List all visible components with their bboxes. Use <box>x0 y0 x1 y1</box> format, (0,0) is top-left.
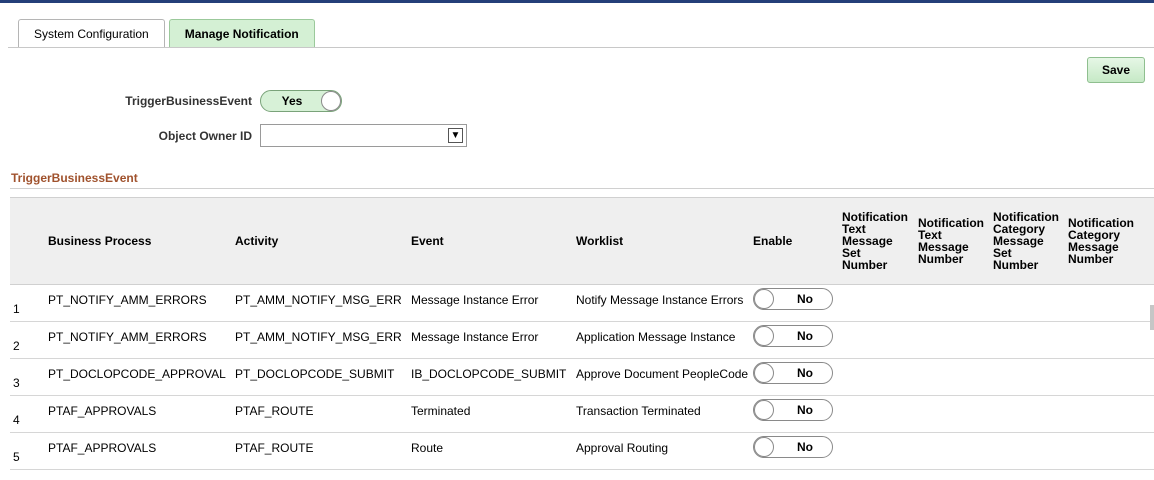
row-number: 1 <box>10 284 48 322</box>
top-border <box>0 0 1154 3</box>
cell-event: Route <box>411 432 576 470</box>
cell-cat-set <box>993 432 1068 470</box>
chevron-down-icon[interactable]: ▼ <box>448 128 463 143</box>
cell-cat-set <box>993 358 1068 396</box>
cell-event: Message Instance Error <box>411 284 576 322</box>
cell-cat-set <box>993 395 1068 433</box>
tab-divider <box>8 47 1154 48</box>
header-notification-category-message-set-number: Notification Category Message Set Number <box>993 197 1068 285</box>
enable-toggle[interactable]: No <box>753 324 833 347</box>
cell-cat-num <box>1068 321 1154 359</box>
cell-worklist: Approval Routing <box>576 432 753 470</box>
cell-cat-num <box>1068 432 1154 470</box>
cell-text-num <box>918 395 993 433</box>
table-row: 1 PT_NOTIFY_AMM_ERRORS PT_AMM_NOTIFY_MSG… <box>10 284 1154 322</box>
cell-enable: No <box>753 284 842 322</box>
cell-worklist: Approve Document PeopleCode <box>576 358 753 396</box>
cell-text-num <box>918 321 993 359</box>
toggle-knob <box>754 362 774 383</box>
cell-activity: PT_AMM_NOTIFY_MSG_ERR <box>235 321 411 359</box>
header-notification-category-message-number: Notification Category Message Number <box>1068 197 1154 285</box>
toggle-knob <box>754 325 774 346</box>
header-activity: Activity <box>235 197 411 285</box>
tab-system-configuration[interactable]: System Configuration <box>18 19 165 48</box>
toggle-value: No <box>797 365 813 380</box>
table-row: 4 PTAF_APPROVALS PTAF_ROUTE Terminated T… <box>10 395 1154 433</box>
header-row-number <box>10 197 48 285</box>
cell-enable: No <box>753 358 842 396</box>
header-business-process: Business Process <box>48 197 235 285</box>
toggle-value: No <box>797 328 813 343</box>
header-event: Event <box>411 197 576 285</box>
cell-text-num <box>918 432 993 470</box>
grid-header-row: Business Process Activity Event Worklist… <box>10 197 1154 285</box>
cell-text-set <box>842 395 918 433</box>
cell-text-num <box>918 284 993 322</box>
enable-toggle[interactable]: No <box>753 287 833 310</box>
toggle-knob <box>754 399 774 420</box>
enable-toggle[interactable]: No <box>753 361 833 384</box>
cell-business-process: PTAF_APPROVALS <box>48 395 235 433</box>
header-worklist: Worklist <box>576 197 753 285</box>
toggle-knob <box>754 436 774 457</box>
section-title: TriggerBusinessEvent <box>11 171 138 185</box>
cell-worklist: Application Message Instance <box>576 321 753 359</box>
table-row: 5 PTAF_APPROVALS PTAF_ROUTE Route Approv… <box>10 432 1154 470</box>
table-row: 2 PT_NOTIFY_AMM_ERRORS PT_AMM_NOTIFY_MSG… <box>10 321 1154 359</box>
tab-manage-notification[interactable]: Manage Notification <box>168 19 315 48</box>
cell-text-set <box>842 432 918 470</box>
cell-enable: No <box>753 321 842 359</box>
trigger-business-event-label: TriggerBusinessEvent <box>125 94 252 108</box>
toggle-value: No <box>797 291 813 306</box>
notification-grid: Business Process Activity Event Worklist… <box>10 197 1154 470</box>
object-owner-id-label: Object Owner ID <box>158 129 252 143</box>
cell-business-process: PT_NOTIFY_AMM_ERRORS <box>48 321 235 359</box>
header-enable: Enable <box>753 197 842 285</box>
cell-business-process: PTAF_APPROVALS <box>48 432 235 470</box>
cell-text-num <box>918 358 993 396</box>
cell-enable: No <box>753 432 842 470</box>
cell-event: Terminated <box>411 395 576 433</box>
cell-cat-num <box>1068 358 1154 396</box>
scrollbar-thumb[interactable] <box>1150 305 1154 330</box>
row-number: 4 <box>10 395 48 433</box>
toggle-value: No <box>797 439 813 454</box>
enable-toggle[interactable]: No <box>753 435 833 458</box>
cell-cat-set <box>993 321 1068 359</box>
row-number: 5 <box>10 432 48 470</box>
cell-business-process: PT_DOCLOPCODE_APPROVAL <box>48 358 235 396</box>
cell-activity: PT_DOCLOPCODE_SUBMIT <box>235 358 411 396</box>
table-row: 3 PT_DOCLOPCODE_APPROVAL PT_DOCLOPCODE_S… <box>10 358 1154 396</box>
row-number: 3 <box>10 358 48 396</box>
cell-text-set <box>842 284 918 322</box>
cell-cat-num <box>1068 395 1154 433</box>
trigger-business-event-toggle[interactable]: Yes <box>260 90 342 112</box>
cell-business-process: PT_NOTIFY_AMM_ERRORS <box>48 284 235 322</box>
cell-cat-num <box>1068 284 1154 322</box>
cell-text-set <box>842 358 918 396</box>
save-button[interactable]: Save <box>1087 57 1145 83</box>
enable-toggle[interactable]: No <box>753 398 833 421</box>
cell-worklist: Transaction Terminated <box>576 395 753 433</box>
cell-event: Message Instance Error <box>411 321 576 359</box>
cell-event: IB_DOCLOPCODE_SUBMIT <box>411 358 576 396</box>
cell-worklist: Notify Message Instance Errors <box>576 284 753 322</box>
toggle-knob <box>754 288 774 309</box>
header-notification-text-message-set-number: Notification Text Message Set Number <box>842 197 918 285</box>
row-number: 2 <box>10 321 48 359</box>
cell-cat-set <box>993 284 1068 322</box>
cell-text-set <box>842 321 918 359</box>
object-owner-id-select[interactable]: ▼ <box>260 124 467 147</box>
cell-activity: PTAF_ROUTE <box>235 395 411 433</box>
toggle-knob <box>321 91 341 111</box>
tab-bar: System Configuration Manage Notification <box>18 19 319 48</box>
cell-enable: No <box>753 395 842 433</box>
toggle-value: Yes <box>281 94 303 108</box>
cell-activity: PTAF_ROUTE <box>235 432 411 470</box>
cell-activity: PT_AMM_NOTIFY_MSG_ERR <box>235 284 411 322</box>
toggle-value: No <box>797 402 813 417</box>
section-divider <box>10 188 1154 189</box>
header-notification-text-message-number: Notification Text Message Number <box>918 197 993 285</box>
